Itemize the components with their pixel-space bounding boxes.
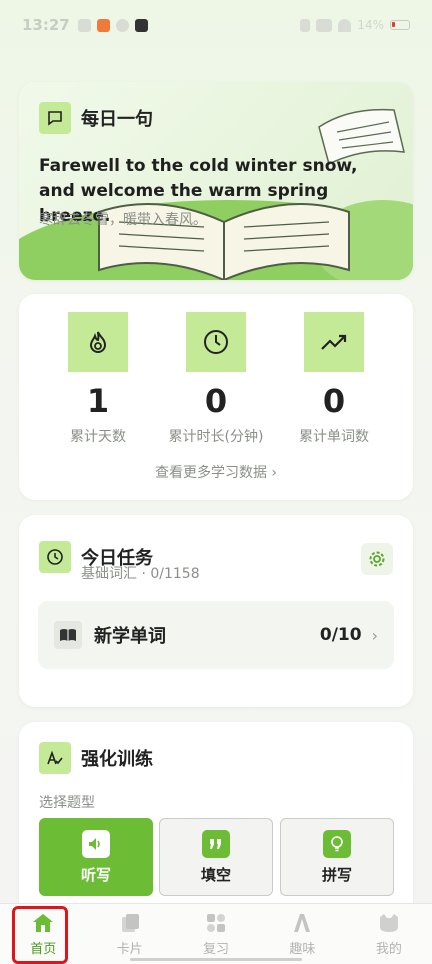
nav-profile[interactable]: 我的 [346,904,432,964]
nav-fun[interactable]: 趣味 [259,904,345,964]
dictation-label: 听写 [80,865,111,884]
chat-icon [39,102,71,134]
daily-header: 每日一句 [39,102,153,134]
stat-days: 1 累计天数 [43,312,153,446]
daily-chinese: 寒辞去冬雪，暖带入春风。 [39,212,207,228]
home-icon [31,912,55,934]
fill-blank-button[interactable]: 填空 [159,818,273,896]
more-stats-link[interactable]: 查看更多学习数据 › [19,462,413,482]
stat-words-value: 0 [322,382,346,420]
nav-home[interactable]: 首页 [0,904,86,964]
trend-icon [304,312,364,372]
bulb-icon [323,829,351,858]
spelling-button[interactable]: 拼写 [280,818,394,896]
task-subtitle: 基础词汇 · 0/1158 [81,566,200,582]
cards-icon [118,912,142,934]
daily-title: 每日一句 [81,109,153,130]
notification-icons [77,18,148,32]
clock-icon [39,541,71,573]
letter-a-icon [290,912,314,934]
nav-review-label: 复习 [203,941,230,957]
training-card: 强化训练 选择题型 听写 填空 拼写 [19,722,413,922]
signal-icon [316,18,333,32]
stat-minutes: 0 累计时长(分钟) [161,312,271,446]
stat-words-label: 累计单词数 [299,429,369,445]
new-words-row[interactable]: 新学单词 0/10 › [38,601,394,669]
stat-days-label: 累计天数 [70,429,126,445]
book-icon [54,621,82,649]
daily-sentence-card[interactable]: 每日一句 Farewell to the cold winter snow, a… [19,82,413,280]
wifi-icon [338,18,352,32]
app-notification-icon [96,18,110,32]
stat-minutes-label: 累计时长(分钟) [168,429,264,445]
battery-icon [390,20,410,30]
home-indicator[interactable] [130,958,302,961]
tiktok-icon [134,18,148,32]
new-words-label: 新学单词 [94,626,166,647]
sim-icon [77,18,91,32]
chevron-right-icon: › [371,625,378,645]
cat-face-icon [377,912,401,934]
speaker-icon [82,829,110,858]
quote-icon [202,829,230,858]
fill-blank-label: 填空 [200,865,231,884]
spelling-label: 拼写 [321,865,352,884]
status-time: 13:27 [22,16,70,34]
clock-icon [186,312,246,372]
vibrate-icon [300,18,311,32]
stat-words: 0 累计单词数 [279,312,389,446]
choose-type-label: 选择题型 [39,795,95,811]
cloud-icon [115,18,129,32]
today-task-card: 今日任务 基础词汇 · 0/1158 新学单词 0/10 › [19,515,413,707]
task-settings-button[interactable] [361,543,393,575]
nav-cards[interactable]: 卡片 [86,904,172,964]
handwriting-icon [39,742,71,774]
battery-percent: 14% [357,18,384,32]
dictation-button[interactable]: 听写 [39,818,153,896]
new-words-progress: 0/10 [319,625,362,645]
nav-cards-label: 卡片 [116,941,143,957]
flame-icon [68,312,128,372]
status-bar: 13:27 14% [0,0,432,50]
nav-review[interactable]: 复习 [173,904,259,964]
stat-days-value: 1 [86,382,110,420]
review-icon [204,912,228,934]
nav-fun-label: 趣味 [289,941,316,957]
gear-icon [369,551,385,567]
train-header: 强化训练 [39,742,153,774]
nav-profile-label: 我的 [375,941,402,957]
bottom-nav: 首页 卡片 复习 趣味 我的 [0,903,432,964]
stat-minutes-value: 0 [204,382,228,420]
stats-card: 1 累计天数 0 累计时长(分钟) 0 累计单词数 查看更多学习数据 › [19,294,413,500]
nav-home-label: 首页 [30,941,57,957]
train-title: 强化训练 [81,749,153,770]
